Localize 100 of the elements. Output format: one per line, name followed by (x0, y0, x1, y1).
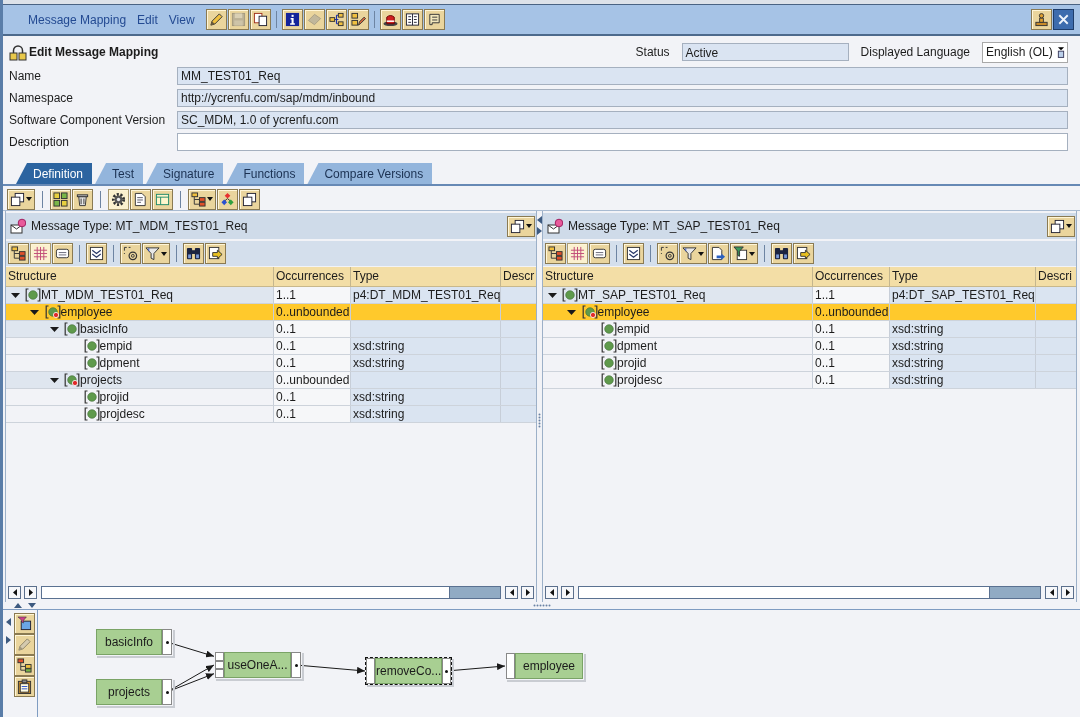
document-button[interactable] (130, 188, 151, 210)
label-button[interactable] (52, 243, 73, 264)
chevron-button[interactable] (86, 243, 107, 264)
book-button[interactable] (401, 9, 423, 30)
scrollbar-thumb[interactable] (989, 587, 1040, 598)
table-row[interactable]: projdesc 0..1 xsd:string (6, 406, 536, 423)
boxes-button[interactable] (50, 188, 71, 210)
tab[interactable]: Test (95, 163, 144, 184)
tree-button[interactable] (545, 243, 566, 264)
arrow-right-icon[interactable] (6, 636, 11, 644)
port-handle[interactable] (162, 629, 172, 655)
mapping-node[interactable]: useOneA... (214, 651, 302, 679)
grid-button[interactable] (567, 243, 588, 264)
column-header[interactable]: Type (890, 267, 1036, 286)
grip-icon[interactable] (532, 604, 551, 607)
windows-button[interactable] (239, 188, 260, 210)
binoculars-button[interactable] (771, 243, 792, 264)
export-button[interactable] (205, 243, 226, 264)
windows-button[interactable] (507, 215, 535, 237)
note-button[interactable] (423, 9, 445, 30)
port-handle[interactable] (506, 653, 515, 679)
mapping-node[interactable]: removeCo... (365, 657, 452, 685)
column-header[interactable]: Type (351, 267, 501, 286)
clipboard-button[interactable] (14, 676, 35, 697)
close-button[interactable] (1053, 9, 1074, 30)
layout-button[interactable] (152, 188, 173, 210)
table-row[interactable]: projdesc 0..1 xsd:string (543, 372, 1076, 389)
table-row[interactable]: dpment 0..1 xsd:string (543, 338, 1076, 355)
text-field[interactable]: SC_MDM, 1.0 of ycrenfu.com (177, 111, 1068, 129)
caret-down-icon[interactable] (547, 292, 557, 298)
arrow-left-icon[interactable] (6, 618, 11, 626)
label-button[interactable] (589, 243, 610, 264)
table-row[interactable]: MT_MDM_TEST01_Req 1..1 p4:DT_MDM_TEST01_Req (6, 287, 536, 304)
table-row[interactable]: employee 0..unbounded (6, 304, 536, 321)
mapping-node[interactable]: employee (505, 652, 584, 680)
text-field[interactable]: http://ycrenfu.com/sap/mdm/inbound (177, 89, 1068, 107)
column-header[interactable]: Occurrences (274, 267, 351, 286)
scroll-right-button[interactable] (24, 586, 37, 599)
menu-item[interactable]: Message Mapping (28, 12, 127, 27)
table-row[interactable]: empid 0..1 xsd:string (6, 338, 536, 355)
document-arrow-button[interactable] (708, 243, 729, 264)
scroll-left-button[interactable] (1045, 586, 1058, 599)
column-header[interactable]: Descri (1036, 267, 1076, 286)
mapping-node[interactable]: basicInfo (95, 628, 173, 656)
table-row[interactable]: projid 0..1 xsd:string (6, 389, 536, 406)
menu-item[interactable]: View (168, 12, 195, 27)
text-field[interactable] (177, 133, 1068, 151)
export-button[interactable] (793, 243, 814, 264)
port-handle[interactable] (442, 658, 451, 684)
table-row[interactable]: dpment 0..1 xsd:string (6, 355, 536, 372)
scroll-right-button[interactable] (561, 586, 574, 599)
tab[interactable]: Compare Versions (307, 163, 433, 184)
tab[interactable]: Definition (16, 163, 93, 184)
funnel-document-button[interactable] (730, 243, 758, 264)
caret-down-icon[interactable] (49, 326, 59, 332)
funnel-box-button[interactable] (14, 613, 35, 634)
scroll-left-button[interactable] (505, 586, 518, 599)
arrow-up-icon[interactable] (14, 603, 22, 608)
dashes-ring-button[interactable] (657, 243, 678, 264)
caret-down-icon[interactable] (49, 377, 59, 383)
copy-button[interactable] (249, 9, 271, 30)
mapping-node[interactable]: projects (95, 678, 173, 706)
table-row[interactable]: projects 0..unbounded (6, 372, 536, 389)
arrow-down-icon[interactable] (28, 603, 36, 608)
hierarchy-button[interactable] (14, 655, 35, 676)
pencil-button[interactable] (205, 9, 227, 30)
port-handle[interactable] (291, 652, 301, 678)
gear-button[interactable] (108, 188, 129, 210)
stamp-button[interactable] (1031, 9, 1052, 30)
hat-button[interactable] (379, 9, 401, 30)
caret-down-icon[interactable] (10, 292, 20, 298)
caret-down-icon[interactable] (567, 309, 576, 315)
windows-button[interactable] (7, 188, 35, 210)
chevron-button[interactable] (623, 243, 644, 264)
scroll-right-button[interactable] (521, 586, 534, 599)
scrollbar-track[interactable] (41, 586, 501, 599)
scroll-left-button[interactable] (8, 586, 21, 599)
column-header[interactable]: Occurrences (813, 267, 890, 286)
diamonds-button[interactable] (217, 188, 238, 210)
windows-button[interactable] (1047, 215, 1075, 237)
tree-button[interactable] (188, 188, 216, 210)
language-dropdown[interactable]: English (OL) (982, 41, 1068, 63)
funnel-button[interactable] (679, 243, 707, 264)
scrollbar-track[interactable] (578, 586, 1041, 599)
table-row[interactable]: empid 0..1 xsd:string (543, 321, 1076, 338)
tab[interactable]: Functions (226, 163, 305, 184)
arrow-left-icon[interactable] (537, 216, 542, 224)
funnel-button[interactable] (142, 243, 170, 264)
table-row[interactable]: MT_SAP_TEST01_Req 1..1 p4:DT_SAP_TEST01_Req (543, 287, 1076, 304)
caret-down-icon[interactable] (30, 309, 39, 315)
column-header[interactable]: Descr (501, 267, 536, 286)
column-header[interactable]: Structure (543, 267, 813, 286)
table-row[interactable]: projid 0..1 xsd:string (543, 355, 1076, 372)
tab[interactable]: Signature (146, 163, 224, 184)
binoculars-button[interactable] (183, 243, 204, 264)
text-field[interactable]: MM_TEST01_Req (177, 67, 1068, 85)
arrow-right-icon[interactable] (537, 227, 542, 235)
table-row[interactable]: employee 0..unbounded (543, 304, 1076, 321)
scrollbar-thumb[interactable] (449, 587, 500, 598)
dashes-ring-button[interactable] (120, 243, 141, 264)
